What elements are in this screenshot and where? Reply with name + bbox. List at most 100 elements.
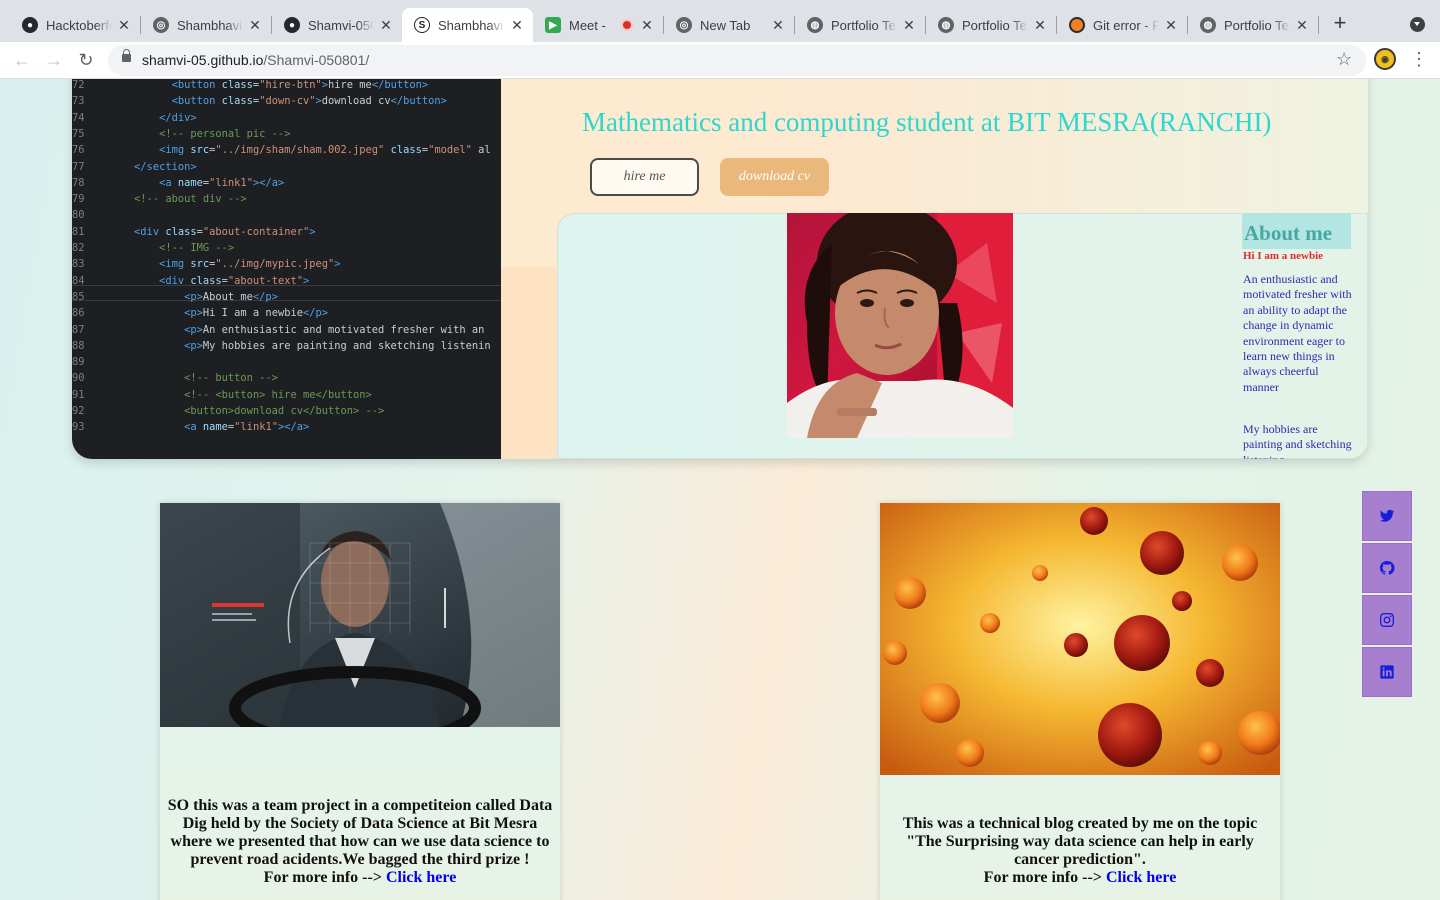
- tab-meet[interactable]: ▶ Meet - ✕: [533, 8, 663, 42]
- forward-icon[interactable]: →: [42, 49, 66, 71]
- instagram-link[interactable]: [1362, 595, 1412, 645]
- new-tab-button[interactable]: +: [1328, 12, 1352, 36]
- tab-shambhavi[interactable]: ◎ Shambhavi ✕: [141, 8, 271, 42]
- browser-menu-icon[interactable]: ⋮: [1410, 49, 1428, 71]
- tab-new-tab[interactable]: ◎ New Tab ✕: [664, 8, 794, 42]
- decorative-block: [501, 267, 559, 459]
- instagram-icon: [1380, 613, 1394, 627]
- url-path: /Shamvi-050801/: [263, 52, 370, 68]
- project-image-cells: [880, 503, 1280, 775]
- bookmark-star-icon[interactable]: ☆: [1336, 49, 1352, 70]
- project-card-cancer-blog: This was a technical blog created by me …: [880, 503, 1280, 900]
- project-description: SO this was a team project in a competit…: [160, 797, 560, 887]
- code-line: 73 <button class="down-cv">download cv</…: [72, 95, 447, 108]
- code-line: 72 <button class="hire-btn">hire me</but…: [72, 79, 429, 91]
- code-line: 93 <a name="link1"></a>: [72, 421, 310, 434]
- code-line: 76 <img src="../img/sham/sham.002.jpeg" …: [72, 144, 491, 157]
- url-text[interactable]: shamvi-05.github.io/Shamvi-050801/: [142, 52, 369, 68]
- tab-shamvi-repo[interactable]: ● Shamvi-050801 ✕: [272, 8, 402, 42]
- click-here-link[interactable]: Click here: [386, 869, 456, 886]
- code-line: 86 <p>Hi I am a newbie</p>: [72, 307, 328, 320]
- code-line: 87 <p>An enthusiastic and motivated fres…: [72, 323, 485, 336]
- hero-card: 72 <button class="hire-btn">hire me</but…: [72, 79, 1368, 459]
- tab-portfolio-2[interactable]: ◍ Portfolio Te ✕: [926, 8, 1056, 42]
- tab-title: Portfolio Te: [1224, 17, 1289, 33]
- tab-search-icon[interactable]: [1410, 17, 1425, 32]
- github-link[interactable]: [1362, 543, 1412, 593]
- chrome-icon: ◎: [153, 17, 169, 33]
- code-line: 84 <div class="about-text">: [72, 274, 310, 287]
- tab-portfolio-3[interactable]: ◍ Portfolio Te ✕: [1188, 8, 1318, 42]
- code-line: 85 <p>About me</p>: [72, 290, 278, 303]
- github-icon: [1379, 560, 1395, 575]
- chrome-icon: ◎: [676, 17, 692, 33]
- about-text: An enthusiastic and motivated fresher wi…: [1243, 272, 1352, 394]
- close-icon[interactable]: ✕: [378, 17, 394, 33]
- code-line: 77 </section>: [72, 160, 197, 173]
- globe-icon: ◍: [1200, 17, 1216, 33]
- code-line: 83 <img src="../img/mypic.jpeg">: [72, 258, 341, 271]
- tab-title: Hacktoberfest: [46, 17, 112, 33]
- close-icon[interactable]: ✕: [770, 17, 786, 33]
- code-screenshot-image: 72 <button class="hire-btn">hire me</but…: [72, 79, 501, 459]
- project-description-text: This was a technical blog created by me …: [902, 815, 1258, 868]
- code-line: 75 <!-- personal pic -->: [72, 127, 291, 140]
- back-icon[interactable]: ←: [10, 49, 34, 71]
- click-here-link[interactable]: Click here: [1106, 869, 1176, 886]
- tab-git-error[interactable]: Git error - F ✕: [1057, 8, 1187, 42]
- linkedin-icon: [1380, 665, 1394, 679]
- github-icon: ●: [22, 17, 38, 33]
- page-viewport: 72 <button class="hire-btn">hire me</but…: [0, 79, 1440, 900]
- code-line: 78 <a name="link1"></a>: [72, 176, 285, 189]
- extension-icon[interactable]: ◉: [1374, 48, 1396, 70]
- code-line: 81 <div class="about-container">: [72, 225, 316, 238]
- tab-title: Shambhavi: [438, 17, 504, 33]
- close-icon[interactable]: ✕: [116, 17, 132, 33]
- hero-title: Mathematics and computing student at BIT…: [582, 107, 1272, 137]
- recording-icon: [621, 19, 633, 31]
- close-icon[interactable]: ✕: [509, 17, 525, 33]
- address-bar[interactable]: shamvi-05.github.io/Shamvi-050801/ ☆: [108, 45, 1366, 76]
- tab-shambhavi-active[interactable]: S Shambhavi ✕: [402, 8, 533, 42]
- close-icon[interactable]: ✕: [901, 17, 917, 33]
- browser-toolbar: ← → ↻ shamvi-05.github.io/Shamvi-050801/…: [0, 42, 1440, 79]
- tab-title: New Tab: [700, 17, 751, 33]
- close-icon[interactable]: ✕: [1032, 17, 1048, 33]
- globe-icon: ◍: [938, 17, 954, 33]
- project-card-road-safety: SO this was a team project in a competit…: [160, 503, 560, 900]
- tab-portfolio-1[interactable]: ◍ Portfolio Te ✕: [795, 8, 925, 42]
- social-sidebar: [1362, 491, 1412, 699]
- twitter-link[interactable]: [1362, 491, 1412, 541]
- tab-hacktoberfest[interactable]: ● Hacktoberfest ✕: [10, 8, 140, 42]
- close-icon[interactable]: ✕: [639, 17, 655, 33]
- about-hobbies: My hobbies are painting and sketching li…: [1243, 422, 1352, 459]
- close-icon[interactable]: ✕: [1294, 17, 1310, 33]
- code-line: 80: [72, 209, 85, 222]
- code-line: 90 <!-- button -->: [72, 372, 278, 385]
- tab-title: Meet -: [569, 17, 606, 33]
- globe-icon: ◍: [807, 17, 823, 33]
- hire-me-button[interactable]: hire me: [590, 158, 699, 196]
- reload-icon[interactable]: ↻: [74, 49, 98, 71]
- tab-title: Shamvi-050801: [308, 17, 374, 33]
- linkedin-link[interactable]: [1362, 647, 1412, 697]
- twitter-icon: [1379, 509, 1395, 522]
- meet-icon: ▶: [545, 17, 561, 33]
- download-cv-button[interactable]: download cv: [720, 158, 829, 196]
- more-info-prefix: For more info -->: [263, 869, 382, 886]
- tab-title: Portfolio Te: [962, 17, 1027, 33]
- portfolio-icon: S: [414, 17, 430, 33]
- close-icon[interactable]: ✕: [1163, 17, 1179, 33]
- tab-strip: ● Hacktoberfest ✕ ◎ Shambhavi ✕ ● Shamvi…: [0, 0, 1440, 42]
- profile-photo: [787, 213, 1013, 438]
- about-heading: About me: [1242, 213, 1351, 249]
- about-subtitle: Hi I am a newbie: [1243, 250, 1324, 262]
- close-icon[interactable]: ✕: [247, 17, 263, 33]
- project-image-driver: [160, 503, 560, 727]
- code-line: 91 <!-- <button> hire me</button>: [72, 388, 372, 401]
- url-host: shamvi-05.github.io: [142, 52, 264, 68]
- code-line: 74 </div>: [72, 111, 197, 124]
- tab-title: Git error - F: [1093, 17, 1159, 33]
- github-icon: ●: [284, 17, 300, 33]
- project-description-text: SO this was a team project in a competit…: [167, 797, 553, 868]
